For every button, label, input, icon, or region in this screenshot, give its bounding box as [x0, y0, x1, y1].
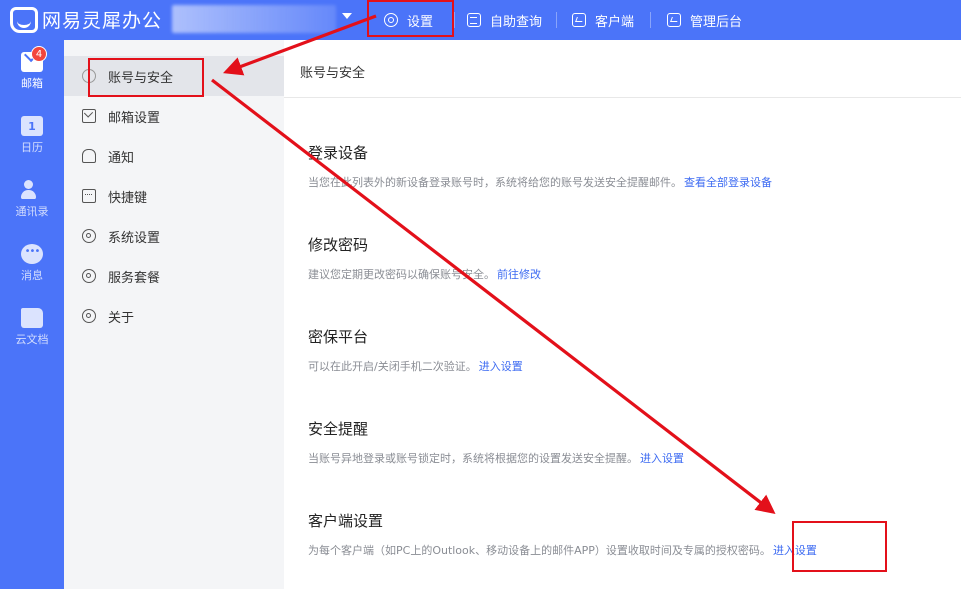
- menu-item-notifications[interactable]: 通知: [64, 136, 284, 176]
- section-desc-text: 为每个客户端（如PC上的Outlook、移动设备上的邮件APP）设置收取时间及专…: [308, 544, 771, 557]
- menu-item-label: 系统设置: [108, 230, 161, 246]
- section-desc-text: 当您在此列表外的新设备登录账号时，系统将给您的账号发送安全提醒邮件。: [308, 176, 682, 189]
- rail-item-messages[interactable]: 消息: [0, 244, 64, 283]
- rail-item-contacts[interactable]: 通讯录: [0, 180, 64, 219]
- section-desc-text: 建议您定期更改密码以确保账号安全。: [308, 268, 495, 281]
- section-title: 密保平台: [308, 328, 369, 346]
- menu-item-label: 邮箱设置: [108, 110, 161, 126]
- section-desc: 当账号异地登录或账号锁定时，系统将根据您的设置发送安全提醒。 进入设置: [308, 450, 948, 466]
- menu-item-shortcuts[interactable]: 快捷键: [64, 176, 284, 216]
- nav-admin-label: 管理后台: [690, 14, 743, 30]
- section-desc: 可以在此开启/关闭手机二次验证。 进入设置: [308, 358, 948, 374]
- rail-item-label: 通讯录: [15, 205, 49, 218]
- about-gear-icon: [82, 309, 96, 323]
- nav-self-query-label: 自助查询: [490, 14, 543, 30]
- keyboard-icon: [82, 189, 96, 203]
- rail-item-calendar[interactable]: 日历: [0, 116, 64, 155]
- logo-text: 网易灵犀办公: [42, 10, 163, 32]
- account-selector-blurred[interactable]: [172, 5, 336, 33]
- nav-divider: [454, 12, 455, 28]
- section-title: 修改密码: [308, 236, 369, 254]
- message-icon: [21, 244, 43, 264]
- unread-badge: 4: [31, 46, 47, 62]
- nav-client[interactable]: 客户端: [572, 0, 634, 40]
- menu-item-label: 通知: [108, 150, 135, 166]
- section-desc: 建议您定期更改密码以确保账号安全。 前往修改: [308, 266, 948, 282]
- rail-item-cloud-docs[interactable]: 云文档: [0, 308, 64, 347]
- caret-down-icon[interactable]: [342, 13, 352, 19]
- rail-item-label: 日历: [21, 141, 43, 154]
- rail-item-label: 消息: [21, 269, 43, 282]
- rail-item-label: 邮箱: [21, 77, 43, 90]
- app-logo[interactable]: 网易灵犀办公: [10, 6, 162, 33]
- section-security-platform: 密保平台 可以在此开启/关闭手机二次验证。 进入设置: [308, 326, 948, 374]
- menu-item-about[interactable]: 关于: [64, 296, 284, 336]
- rail-item-mail[interactable]: 4 邮箱: [0, 46, 64, 91]
- go-change-link[interactable]: 前往修改: [497, 268, 541, 281]
- section-login-devices: 登录设备 当您在此列表外的新设备登录账号时，系统将给您的账号发送安全提醒邮件。查…: [308, 142, 948, 190]
- logo-icon: [10, 6, 38, 33]
- section-desc: 当您在此列表外的新设备登录账号时，系统将给您的账号发送安全提醒邮件。 查看全部登录…: [308, 174, 948, 190]
- calendar-icon: [21, 116, 43, 136]
- admin-monitor-icon: [667, 13, 681, 27]
- bell-icon: [82, 149, 96, 163]
- enter-settings-link[interactable]: 进入设置: [640, 452, 684, 465]
- section-title: 登录设备: [308, 144, 369, 162]
- nav-client-label: 客户端: [595, 14, 635, 30]
- query-icon: [467, 13, 481, 27]
- rail-item-label: 云文档: [15, 333, 49, 346]
- top-bar: 网易灵犀办公 设置 自助查询 客户端 管理后台: [0, 0, 961, 40]
- content-header: 账号与安全: [284, 40, 961, 98]
- settings-menu: 账号与安全 邮箱设置 通知 快捷键 系统设置 服务套餐 关于: [64, 40, 284, 589]
- view-all-devices-link[interactable]: 查看全部登录设备: [684, 176, 772, 189]
- left-rail: 4 邮箱 日历 通讯录 消息 云文档: [0, 40, 64, 589]
- monitor-icon: [572, 13, 586, 27]
- menu-item-label: 快捷键: [108, 190, 148, 206]
- page-title: 账号与安全: [300, 66, 366, 81]
- section-desc-text: 当账号异地登录或账号锁定时，系统将根据您的设置发送安全提醒。: [308, 452, 638, 465]
- section-change-password: 修改密码 建议您定期更改密码以确保账号安全。 前往修改: [308, 234, 948, 282]
- menu-item-label: 关于: [108, 310, 135, 326]
- highlight-box-account-security: [88, 58, 204, 97]
- menu-item-system-settings[interactable]: 系统设置: [64, 216, 284, 256]
- section-security-alert: 安全提醒 当账号异地登录或账号锁定时，系统将根据您的设置发送安全提醒。 进入设置: [308, 418, 948, 466]
- cloud-doc-icon: [21, 308, 43, 328]
- section-desc-text: 可以在此开启/关闭手机二次验证。: [308, 360, 477, 373]
- highlight-box-settings: [367, 0, 454, 37]
- nav-admin[interactable]: 管理后台: [667, 0, 742, 40]
- section-title: 安全提醒: [308, 420, 369, 438]
- nav-divider: [556, 12, 557, 28]
- nav-divider: [650, 12, 651, 28]
- menu-item-label: 服务套餐: [108, 270, 161, 286]
- contacts-icon: [21, 180, 43, 200]
- package-gear-icon: [82, 269, 96, 283]
- menu-item-service-package[interactable]: 服务套餐: [64, 256, 284, 296]
- menu-item-mail-settings[interactable]: 邮箱设置: [64, 96, 284, 136]
- mail-settings-icon: [82, 109, 96, 123]
- settings-content: 账号与安全 登录设备 当您在此列表外的新设备登录账号时，系统将给您的账号发送安全…: [284, 40, 961, 589]
- nav-self-query[interactable]: 自助查询: [467, 0, 542, 40]
- system-gear-icon: [82, 229, 96, 243]
- highlight-box-client-enter-settings: [792, 521, 887, 572]
- enter-settings-link[interactable]: 进入设置: [479, 360, 523, 373]
